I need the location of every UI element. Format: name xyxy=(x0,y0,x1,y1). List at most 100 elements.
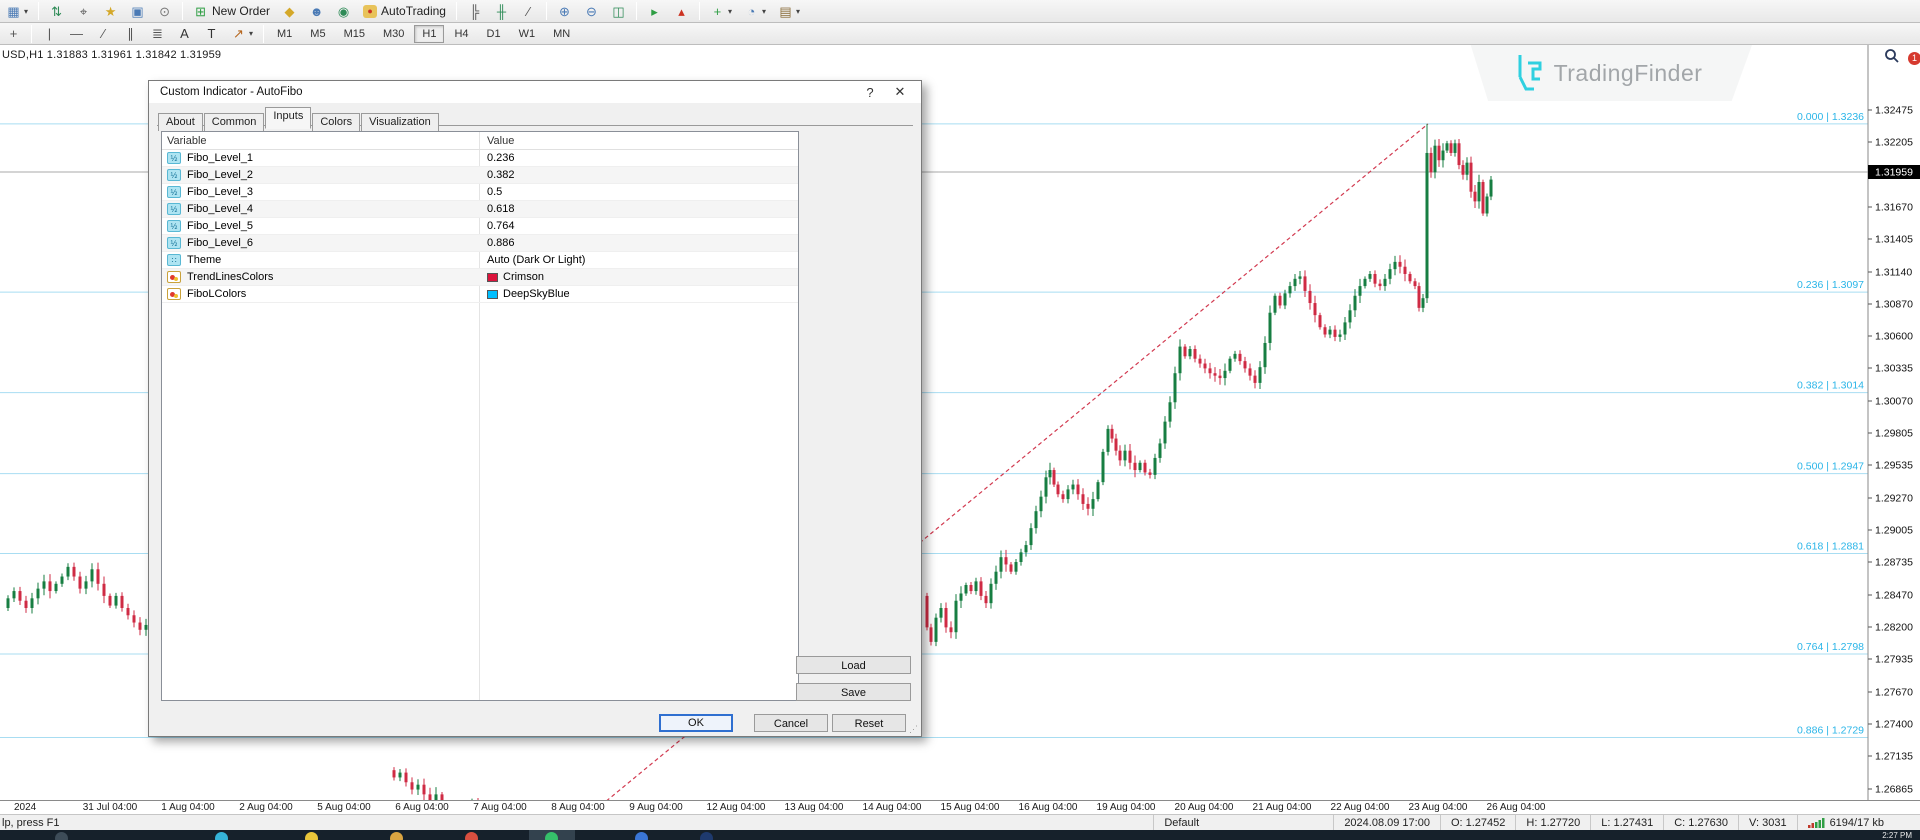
trendline-button[interactable]: ∕ xyxy=(91,24,116,43)
date-label: 1 Aug 04:00 xyxy=(161,802,214,813)
parameter-row[interactable]: ½Fibo_Level_10.236 xyxy=(162,150,798,167)
cancel-button[interactable]: Cancel xyxy=(754,714,828,732)
fibo-button[interactable]: ≣ xyxy=(145,24,170,43)
parameter-value[interactable]: Crimson xyxy=(503,271,544,283)
parameter-color-icon xyxy=(167,288,181,300)
inputs-table[interactable]: VariableValue½Fibo_Level_10.236½Fibo_Lev… xyxy=(161,131,799,701)
periods-button[interactable]: ◔▾ xyxy=(739,2,771,21)
navigator-button[interactable]: ★ xyxy=(98,2,123,21)
horizontal-line-button[interactable]: — xyxy=(64,24,89,43)
timeframe-w1[interactable]: W1 xyxy=(511,25,544,43)
date-label: 21 Aug 04:00 xyxy=(1253,802,1312,813)
zoom-in-button[interactable]: ⊕ xyxy=(552,2,577,21)
date-axis[interactable]: 202431 Jul 04:001 Aug 04:002 Aug 04:005 … xyxy=(0,800,1920,814)
taskbar-opera-icon[interactable] xyxy=(465,832,478,840)
website-button[interactable]: ◉ xyxy=(331,2,356,21)
parameter-row[interactable]: ½Fibo_Level_50.764 xyxy=(162,218,798,235)
timeframe-m30[interactable]: M30 xyxy=(375,25,412,43)
parameter-value[interactable]: DeepSkyBlue xyxy=(503,288,570,300)
taskbar-search-icon[interactable] xyxy=(55,832,68,840)
taskbar-metatrader-icon[interactable] xyxy=(545,832,558,840)
taskbar-telegram-icon[interactable] xyxy=(635,832,648,840)
chart-shift-button[interactable]: ▴ xyxy=(669,2,694,21)
ok-button[interactable]: OK xyxy=(659,714,733,732)
dialog-help-button[interactable]: ? xyxy=(855,85,885,100)
taskbar-clock: 2:27 PM xyxy=(1882,831,1912,840)
data-window-button[interactable]: ⌖ xyxy=(71,2,96,21)
reset-button[interactable]: Reset xyxy=(832,714,906,732)
close-value: C: 1.27630 xyxy=(1663,815,1738,830)
parameter-row[interactable]: ½Fibo_Level_40.618 xyxy=(162,201,798,218)
taskbar-app-icon[interactable] xyxy=(700,832,713,840)
zoom-out-button[interactable]: ⊖ xyxy=(579,2,604,21)
taskbar-star-icon[interactable] xyxy=(305,832,318,840)
taskbar-edge-icon[interactable] xyxy=(215,832,228,840)
timeframe-mn[interactable]: MN xyxy=(545,25,578,43)
bars-chart-button[interactable]: ╠ xyxy=(462,2,487,21)
tab-inputs[interactable]: Inputs xyxy=(265,107,311,129)
parameter-value[interactable]: Auto (Dark Or Light) xyxy=(487,254,585,266)
channel-button[interactable]: ∥ xyxy=(118,24,143,43)
parameter-row[interactable]: ½Fibo_Level_60.886 xyxy=(162,235,798,252)
terminal-button[interactable]: ▣ xyxy=(125,2,150,21)
parameter-value[interactable]: 0.5 xyxy=(487,186,502,198)
timeframe-m15[interactable]: M15 xyxy=(336,25,373,43)
market-watch-button[interactable]: ⇅ xyxy=(44,2,69,21)
line-chart-button[interactable]: ∕ xyxy=(516,2,541,21)
terminal-icon: ▣ xyxy=(130,5,145,18)
brand-name: TradingFinder xyxy=(1554,60,1703,87)
timeframe-h4[interactable]: H4 xyxy=(446,25,476,43)
metaeditor-button[interactable]: ◆ xyxy=(277,2,302,21)
profile-selector[interactable]: Default xyxy=(1153,815,1333,830)
load-button[interactable]: Load xyxy=(796,656,911,674)
high-value: H: 1.27720 xyxy=(1515,815,1590,830)
tab-visualization[interactable]: Visualization xyxy=(361,113,439,131)
crosshair-button[interactable]: + xyxy=(1,24,26,43)
text-button[interactable]: A xyxy=(172,24,197,43)
tab-common[interactable]: Common xyxy=(204,113,265,131)
search-icon[interactable] xyxy=(1884,48,1900,64)
line-chart-icon: ∕ xyxy=(521,5,536,18)
parameter-value[interactable]: 0.236 xyxy=(487,152,515,164)
templates-button[interactable]: ▤▾ xyxy=(773,2,805,21)
parameter-value[interactable]: 0.382 xyxy=(487,169,515,181)
parameter-row[interactable]: FiboLColorsDeepSkyBlue xyxy=(162,286,798,303)
parameter-row[interactable]: ½Fibo_Level_30.5 xyxy=(162,184,798,201)
dialog-close-button[interactable]: ✕ xyxy=(885,84,915,100)
save-button[interactable]: Save xyxy=(796,683,911,701)
svg-text:1.27935: 1.27935 xyxy=(1875,654,1913,666)
new-chart-button[interactable]: ▦▾ xyxy=(1,2,33,21)
parameter-row[interactable]: ½Fibo_Level_20.382 xyxy=(162,167,798,184)
dialog-resize-grip[interactable]: ⋰ xyxy=(909,724,919,734)
svg-text:1.30335: 1.30335 xyxy=(1875,363,1913,375)
templates-icon: ▤ xyxy=(778,5,793,18)
label-button[interactable]: T xyxy=(199,24,224,43)
strategy-tester-button[interactable]: ⊙ xyxy=(152,2,177,21)
parameter-value[interactable]: 0.886 xyxy=(487,237,515,249)
parameter-number-icon: ½ xyxy=(167,152,181,164)
taskbar-folder-icon[interactable] xyxy=(390,832,403,840)
arrows-button[interactable]: ↗▾ xyxy=(226,24,258,43)
dialog-titlebar[interactable]: Custom Indicator - AutoFibo ? ✕ xyxy=(149,81,921,103)
parameter-row[interactable]: TrendLinesColorsCrimson xyxy=(162,269,798,286)
timeframe-h1[interactable]: H1 xyxy=(414,25,444,43)
tab-colors[interactable]: Colors xyxy=(312,113,360,131)
candles-chart-button[interactable]: ╫ xyxy=(489,2,514,21)
parameter-value[interactable]: 0.618 xyxy=(487,203,515,215)
timeframe-d1[interactable]: D1 xyxy=(479,25,509,43)
tile-windows-button[interactable]: ◫ xyxy=(606,2,631,21)
timeframe-m5[interactable]: M5 xyxy=(302,25,333,43)
auto-scroll-button[interactable]: ▸ xyxy=(642,2,667,21)
volume-value: V: 3031 xyxy=(1738,815,1797,830)
indicators-button[interactable]: +▾ xyxy=(705,2,737,21)
toolbar-separator xyxy=(182,2,183,20)
dialog-title: Custom Indicator - AutoFibo xyxy=(160,86,303,98)
cursor-button[interactable]: | xyxy=(37,24,62,43)
parameter-value[interactable]: 0.764 xyxy=(487,220,515,232)
autotrading-button[interactable]: ●AutoTrading xyxy=(358,2,451,21)
new-order-button[interactable]: ⊞New Order xyxy=(188,2,275,21)
timeframe-m1[interactable]: M1 xyxy=(269,25,300,43)
community-button[interactable]: ☻ xyxy=(304,2,329,21)
parameter-row[interactable]: ∷ThemeAuto (Dark Or Light) xyxy=(162,252,798,269)
tab-about[interactable]: About xyxy=(158,113,203,131)
